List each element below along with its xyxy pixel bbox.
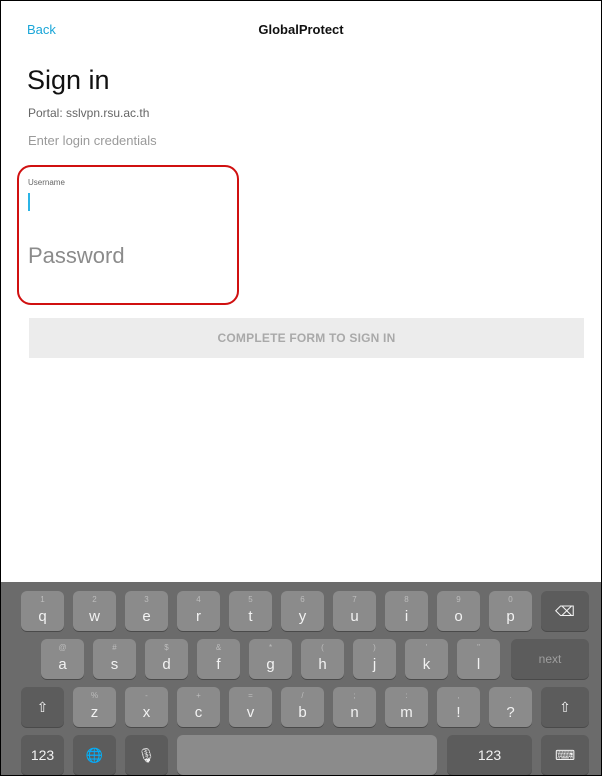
backspace-icon: ⌫ (555, 602, 575, 619)
key-k[interactable]: ' k (405, 639, 448, 679)
globe-icon: 🌐 (85, 746, 104, 763)
key-j[interactable]: ) j (353, 639, 396, 679)
key-question[interactable]: . ? (489, 687, 532, 727)
dismiss-keyboard-key[interactable]: ⌨ (541, 735, 589, 775)
key-l[interactable]: " l (457, 639, 500, 679)
key-d[interactable]: $ d (145, 639, 188, 679)
microphone-icon: 🎙 (137, 746, 156, 763)
key-i[interactable]: 8 i (385, 591, 428, 631)
shift-key-left[interactable]: ⇧ (21, 687, 64, 727)
numbers-key-right[interactable]: 123 (447, 735, 532, 775)
app-title: GlobalProtect (258, 22, 344, 37)
key-s[interactable]: # s (93, 639, 136, 679)
key-y[interactable]: 6 y (281, 591, 324, 631)
dictation-key[interactable]: 🎙 (125, 735, 168, 775)
numbers-key-left[interactable]: 123 (21, 735, 64, 775)
key-g[interactable]: * g (249, 639, 292, 679)
key-q[interactable]: 1 q (21, 591, 64, 631)
key-r[interactable]: 4 r (177, 591, 220, 631)
portal-text: Portal: sslvpn.rsu.ac.th (28, 106, 150, 120)
keyboard-icon: ⌨ (554, 746, 576, 763)
space-key[interactable] (177, 735, 437, 775)
key-h[interactable]: ( h (301, 639, 344, 679)
key-t[interactable]: 5 t (229, 591, 272, 631)
app-window: Back GlobalProtect Sign in Portal: sslvp… (0, 0, 602, 776)
key-a[interactable]: @ a (41, 639, 84, 679)
key-p[interactable]: 0 p (489, 591, 532, 631)
shift-icon: ⇧ (36, 698, 49, 715)
backspace-key[interactable]: ⌫ (541, 591, 589, 631)
key-w[interactable]: 2 w (73, 591, 116, 631)
key-v[interactable]: = v (229, 687, 272, 727)
on-screen-keyboard: 1 q 2 w 3 e 4 r 5 t 6 y 7 u 8 i 9 o 0 p … (1, 582, 601, 775)
key-n[interactable]: ; n (333, 687, 376, 727)
key-e[interactable]: 3 e (125, 591, 168, 631)
key-u[interactable]: 7 u (333, 591, 376, 631)
key-f[interactable]: & f (197, 639, 240, 679)
shift-icon: ⇧ (559, 698, 571, 715)
key-exclamation[interactable]: , ! (437, 687, 480, 727)
instructions-text: Enter login credentials (28, 133, 157, 148)
next-key[interactable]: next (511, 639, 589, 679)
highlight-annotation (17, 165, 239, 305)
shift-key-right[interactable]: ⇧ (541, 687, 589, 727)
key-c[interactable]: + c (177, 687, 220, 727)
globe-key[interactable]: 🌐 (73, 735, 116, 775)
key-x[interactable]: - x (125, 687, 168, 727)
key-o[interactable]: 9 o (437, 591, 480, 631)
page-title: Sign in (27, 65, 110, 95)
key-b[interactable]: / b (281, 687, 324, 727)
key-m[interactable]: : m (385, 687, 428, 727)
key-z[interactable]: % z (73, 687, 116, 727)
sign-in-button[interactable]: COMPLETE FORM TO SIGN IN (29, 318, 584, 358)
